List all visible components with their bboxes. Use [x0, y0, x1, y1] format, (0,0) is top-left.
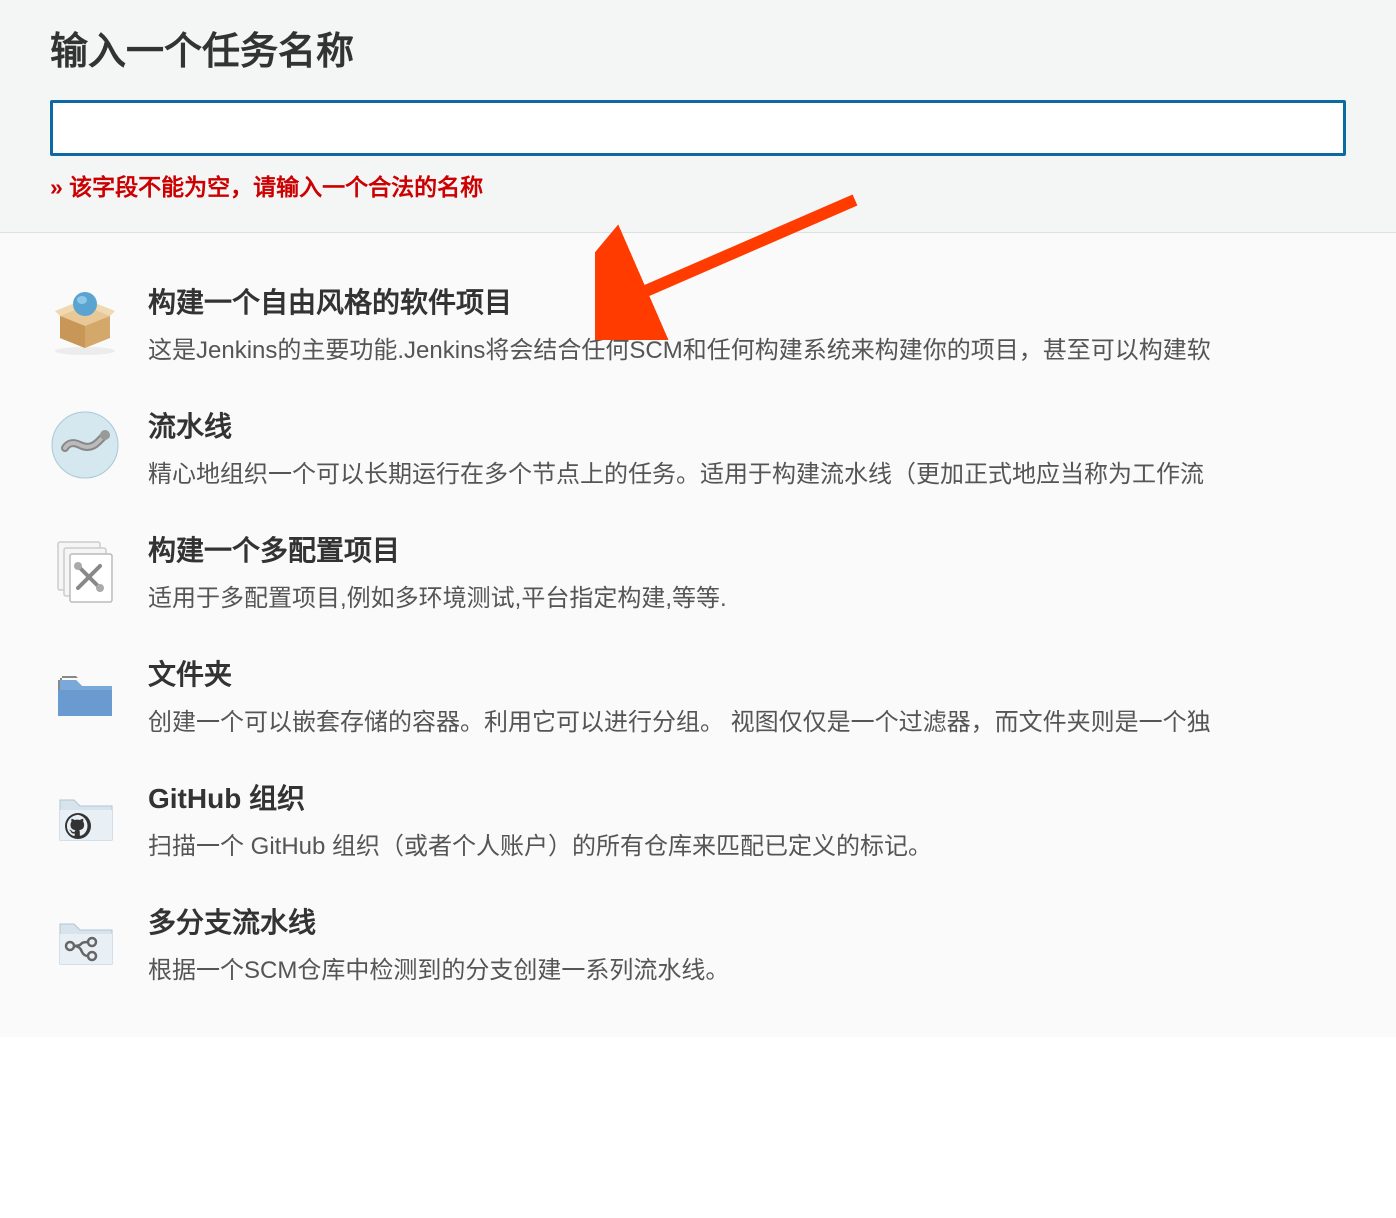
job-type-title: GitHub 组织 [148, 777, 1346, 817]
multiconfig-icon [50, 534, 120, 604]
job-type-desc: 扫描一个 GitHub 组织（或者个人账户）的所有仓库来匹配已定义的标记。 [148, 829, 1346, 865]
job-type-desc: 精心地组织一个可以长期运行在多个节点上的任务。适用于构建流水线（更加正式地应当称… [148, 457, 1346, 493]
job-type-list: 构建一个自由风格的软件项目 这是Jenkins的主要功能.Jenkins将会结合… [0, 233, 1396, 1037]
job-type-title: 构建一个多配置项目 [148, 529, 1346, 569]
job-type-title: 流水线 [148, 405, 1346, 445]
pipeline-icon [50, 410, 120, 480]
item-name-input[interactable] [50, 100, 1346, 156]
folder-icon [50, 658, 120, 728]
arrow-annotation [595, 180, 875, 340]
job-type-desc: 创建一个可以嵌套存储的容器。利用它可以进行分组。 视图仅仅是一个过滤器，而文件夹… [148, 705, 1346, 741]
multibranch-pipeline-icon [50, 906, 120, 976]
job-type-multiconfig[interactable]: 构建一个多配置项目 适用于多配置项目,例如多环境测试,平台指定构建,等等. [50, 511, 1346, 635]
job-type-title: 文件夹 [148, 653, 1346, 693]
job-type-title: 多分支流水线 [148, 901, 1346, 941]
page-title: 输入一个任务名称 [50, 20, 1346, 75]
job-type-github-org[interactable]: GitHub 组织 扫描一个 GitHub 组织（或者个人账户）的所有仓库来匹配… [50, 759, 1346, 883]
job-type-desc: 适用于多配置项目,例如多环境测试,平台指定构建,等等. [148, 581, 1346, 617]
job-type-pipeline[interactable]: 流水线 精心地组织一个可以长期运行在多个节点上的任务。适用于构建流水线（更加正式… [50, 387, 1346, 511]
github-org-icon [50, 782, 120, 852]
freestyle-project-icon [50, 286, 120, 356]
job-type-folder[interactable]: 文件夹 创建一个可以嵌套存储的容器。利用它可以进行分组。 视图仅仅是一个过滤器，… [50, 635, 1346, 759]
job-type-multibranch-pipeline[interactable]: 多分支流水线 根据一个SCM仓库中检测到的分支创建一系列流水线。 [50, 883, 1346, 1007]
job-type-desc: 根据一个SCM仓库中检测到的分支创建一系列流水线。 [148, 953, 1346, 989]
